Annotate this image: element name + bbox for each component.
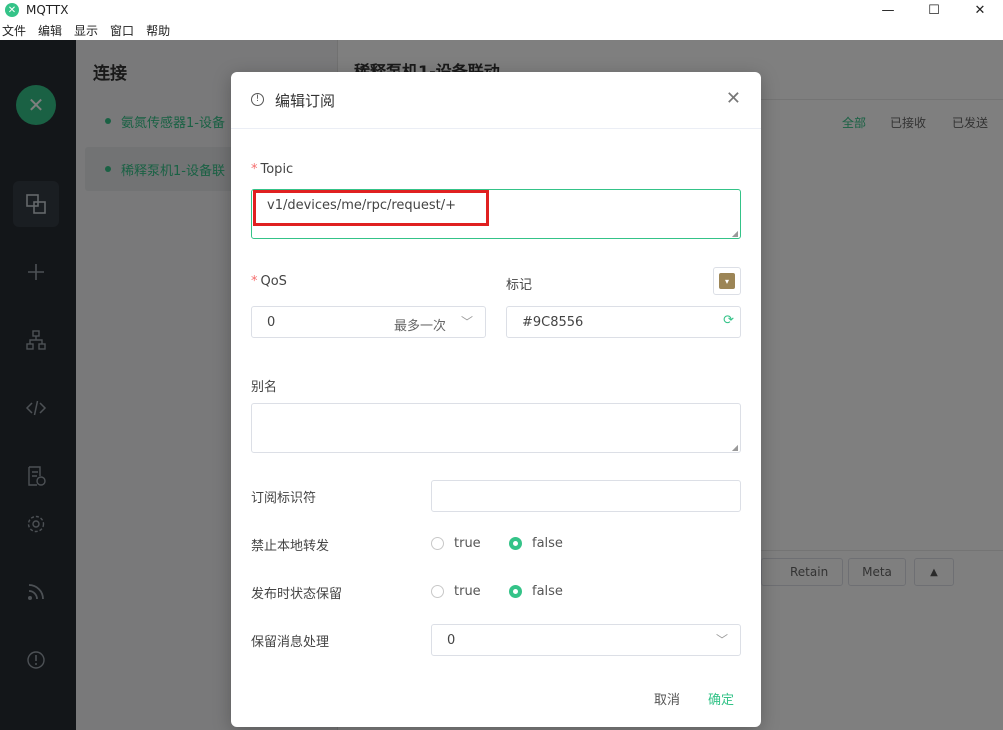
chevron-down-icon: ﹀ — [460, 315, 473, 329]
sub-id-input[interactable] — [431, 480, 741, 512]
mark-color-input[interactable]: #9C8556 ⟳ — [506, 306, 741, 338]
qos-value: 0 — [267, 315, 276, 330]
radio-circle — [431, 585, 444, 598]
menu-help[interactable]: 帮助 — [146, 22, 170, 39]
rap-false-radio[interactable]: false — [509, 584, 563, 599]
menu-view[interactable]: 显示 — [74, 22, 98, 39]
close-icon[interactable]: ✕ — [726, 88, 741, 109]
alias-label: 别名 — [251, 380, 278, 395]
resize-handle-icon[interactable]: ◢ — [732, 443, 738, 452]
no-local-false-radio[interactable]: false — [509, 536, 563, 551]
radio-circle — [431, 537, 444, 550]
no-local-true-radio[interactable]: true — [431, 536, 481, 551]
menu-window[interactable]: 窗口 — [110, 22, 134, 39]
maximize-button[interactable]: ☐ — [911, 0, 957, 20]
qos-label: * QoS — [251, 274, 287, 289]
topic-label: * Topic — [251, 162, 294, 177]
refresh-icon[interactable]: ⟳ — [723, 313, 734, 328]
qos-description: 最多一次 — [394, 319, 447, 334]
info-icon: ! — [251, 93, 264, 106]
resize-handle-icon[interactable]: ◢ — [732, 229, 738, 238]
radio-label: true — [454, 584, 481, 599]
menu-edit[interactable]: 编辑 — [38, 22, 62, 39]
alias-input[interactable]: ◢ — [251, 403, 741, 453]
radio-circle-checked — [509, 537, 522, 550]
close-window-button[interactable]: ✕ — [957, 0, 1003, 20]
window-title: MQTTX — [26, 3, 69, 17]
title-bar: ✕ MQTTX — ☐ ✕ — [0, 0, 1003, 20]
edit-subscription-dialog: ! 编辑订阅 ✕ * Topic v1/devices/me/rpc/reques… — [231, 72, 761, 727]
color-swatch: ▾ — [719, 273, 735, 289]
dialog-header: ! 编辑订阅 ✕ — [231, 72, 761, 129]
mark-label: 标记 — [506, 278, 533, 293]
chevron-down-icon: ﹀ — [715, 633, 728, 647]
retain-handling-value: 0 — [447, 633, 456, 648]
retain-handling-select[interactable]: 0 ﹀ — [431, 624, 741, 656]
highlight-box — [253, 190, 489, 226]
radio-label: true — [454, 536, 481, 551]
menu-file[interactable]: 文件 — [2, 22, 26, 39]
color-picker[interactable]: ▾ — [713, 267, 741, 295]
dialog-title: 编辑订阅 — [275, 92, 336, 110]
mark-value: #9C8556 — [522, 315, 584, 330]
cancel-button[interactable]: 取消 — [654, 689, 680, 708]
radio-label: false — [532, 584, 563, 599]
rap-true-radio[interactable]: true — [431, 584, 481, 599]
app-logo-icon: ✕ — [5, 3, 19, 17]
retain-handling-label: 保留消息处理 — [251, 635, 330, 650]
confirm-button[interactable]: 确定 — [708, 689, 734, 708]
no-local-label: 禁止本地转发 — [251, 539, 330, 554]
menu-bar: 文件 编辑 显示 窗口 帮助 — [0, 20, 1003, 40]
sub-id-label: 订阅标识符 — [251, 491, 317, 506]
radio-label: false — [532, 536, 563, 551]
minimize-button[interactable]: — — [865, 0, 911, 20]
retain-as-published-label: 发布时状态保留 — [251, 587, 343, 602]
radio-circle-checked — [509, 585, 522, 598]
qos-select[interactable]: 0 最多一次 ﹀ — [251, 306, 486, 338]
